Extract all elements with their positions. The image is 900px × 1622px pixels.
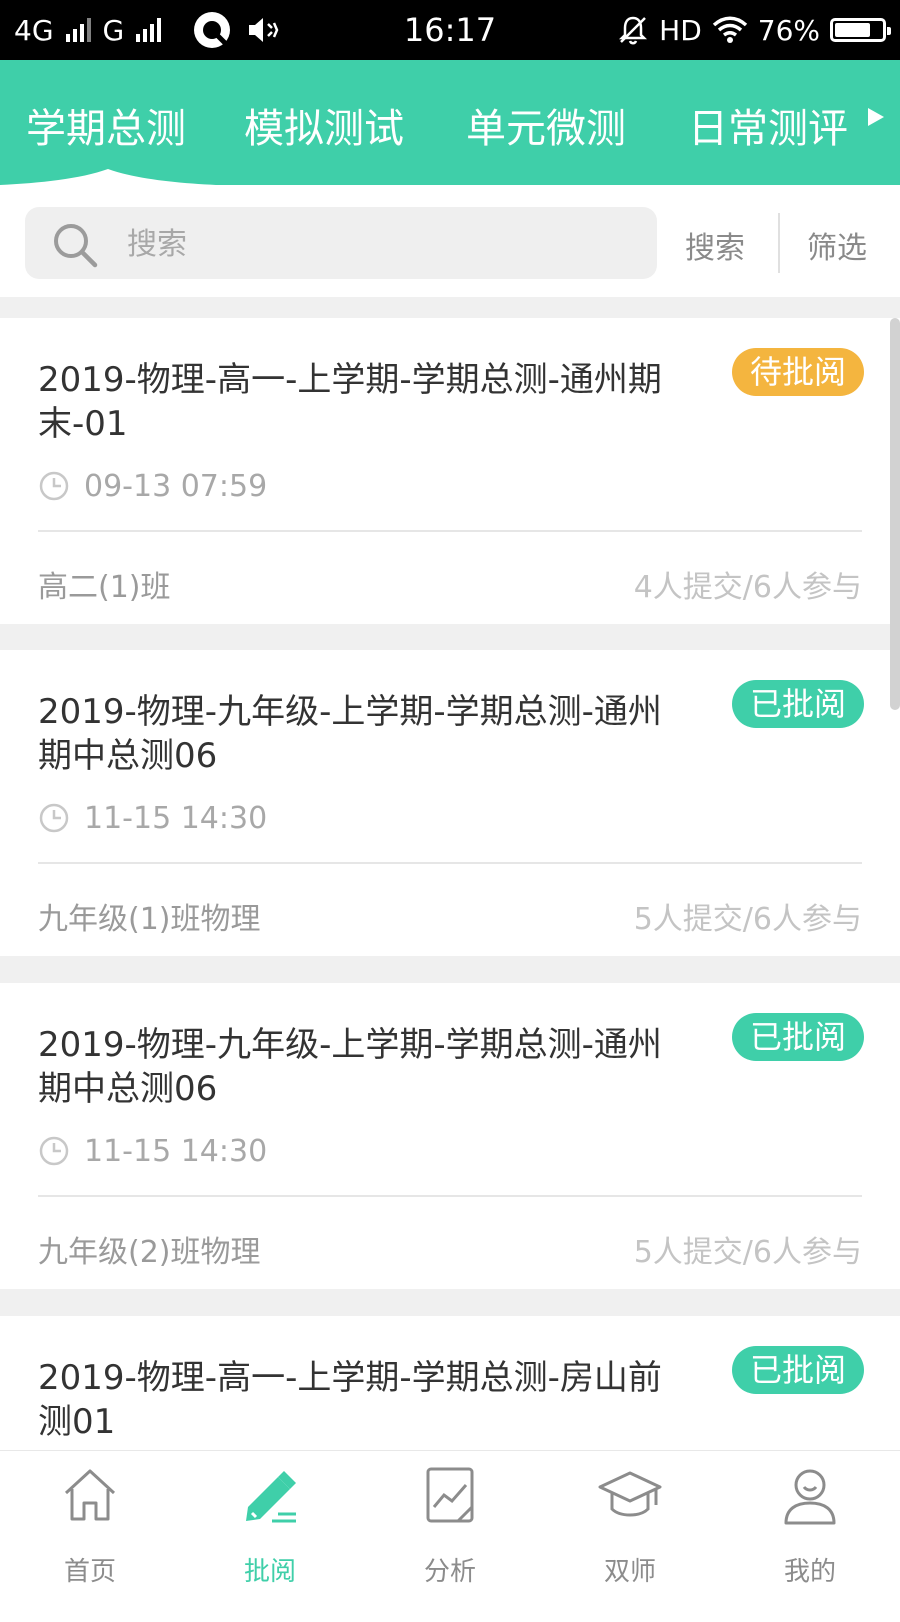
submission-stats: 5人提交/6人参与: [633, 902, 862, 937]
card-divider: [38, 530, 862, 532]
exam-time: 09-13 07:59: [84, 468, 268, 504]
submission-stats: 4人提交/6人参与: [633, 570, 862, 605]
nav-analysis[interactable]: 分析: [360, 1451, 540, 1601]
nav-label: 分析: [423, 1557, 476, 1587]
wifi-icon: [712, 16, 747, 43]
status-badge: 已批阅: [731, 1346, 864, 1394]
tab-scroll-arrow-icon[interactable]: [868, 108, 884, 126]
user-icon: [784, 1469, 836, 1525]
exam-title: 2019-物理-九年级-上学期-学期总测-通州期中总测06: [38, 692, 662, 776]
time-row: 11-15 14:30: [38, 798, 267, 838]
clock-icon: [39, 471, 69, 501]
card-divider: [38, 1195, 862, 1197]
exam-card[interactable]: 2019-物理-九年级-上学期-学期总测-通州期中总测06 已批阅 11-15 …: [0, 650, 900, 956]
battery-icon: [830, 18, 891, 42]
class-name: 九年级(2)班物理: [38, 1235, 261, 1270]
nav-home[interactable]: 首页: [0, 1451, 180, 1601]
exam-title: 2019-物理-九年级-上学期-学期总测-通州期中总测06: [38, 1025, 662, 1109]
home-icon: [64, 1469, 116, 1521]
tab-unit-quiz[interactable]: 单元微测: [466, 96, 626, 154]
exam-time: 11-15 14:30: [84, 1133, 268, 1169]
status-badge: 待批阅: [731, 348, 864, 396]
chart-icon: [426, 1467, 474, 1523]
battery-percent: 76%: [757, 13, 820, 47]
search-box[interactable]: [25, 207, 657, 281]
exam-card[interactable]: 2019-物理-九年级-上学期-学期总测-通州期中总测06 已批阅 11-15 …: [0, 983, 900, 1289]
status-badge: 已批阅: [731, 680, 864, 728]
clock-icon: [39, 1136, 69, 1166]
graduation-cap-icon: [598, 1471, 662, 1517]
nav-dual-teacher[interactable]: 双师: [540, 1451, 720, 1601]
clock-icon: [39, 803, 69, 833]
exam-title: 2019-物理-高一-上学期-学期总测-通州期末-01: [38, 360, 662, 444]
hd-label: HD: [659, 13, 702, 47]
mute-bell-icon: [619, 16, 648, 45]
tab-header: 学期总测 模拟测试 单元微测 日常测评: [0, 60, 900, 187]
nav-mine[interactable]: 我的: [720, 1451, 900, 1601]
search-input[interactable]: [125, 207, 629, 281]
status-badge: 已批阅: [731, 1013, 864, 1061]
time-row: 11-15 14:30: [38, 1131, 267, 1171]
nav-label: 批阅: [243, 1557, 296, 1587]
exam-title: 2019-物理-高一-上学期-学期总测-房山前测01: [38, 1358, 662, 1442]
exam-card[interactable]: 2019-物理-高一-上学期-学期总测-通州期末-01 待批阅 09-13 07…: [0, 318, 900, 624]
divider: [778, 213, 780, 273]
filter-button[interactable]: 筛选: [807, 223, 867, 267]
search-bar: 搜索 筛选: [0, 187, 900, 297]
submission-stats: 5人提交/6人参与: [633, 1235, 862, 1270]
class-name: 高二(1)班: [38, 570, 171, 605]
time-row: 09-13 07:59: [38, 466, 267, 506]
nav-label: 首页: [63, 1557, 116, 1587]
search-button[interactable]: 搜索: [685, 223, 745, 267]
status-bar: 4G G 16:17 HD 76%: [0, 0, 900, 60]
pencil-icon: [246, 1471, 296, 1523]
search-icon: [54, 224, 98, 268]
card-divider: [38, 862, 862, 864]
bottom-nav: 首页 批阅 分析 双师 我的: [0, 1450, 900, 1601]
nav-label: 双师: [603, 1557, 656, 1587]
class-name: 九年级(1)班物理: [38, 902, 261, 937]
active-tab-indicator: [0, 169, 900, 187]
tab-daily-eval[interactable]: 日常测评: [688, 96, 848, 154]
exam-time: 11-15 14:30: [84, 800, 268, 836]
status-right: HD 76%: [617, 0, 891, 60]
nav-label: 我的: [783, 1557, 836, 1587]
tab-mock-test[interactable]: 模拟测试: [244, 96, 404, 154]
tab-semester-test[interactable]: 学期总测: [26, 96, 186, 154]
nav-review[interactable]: 批阅: [180, 1451, 360, 1601]
scrollbar[interactable]: [890, 318, 900, 710]
